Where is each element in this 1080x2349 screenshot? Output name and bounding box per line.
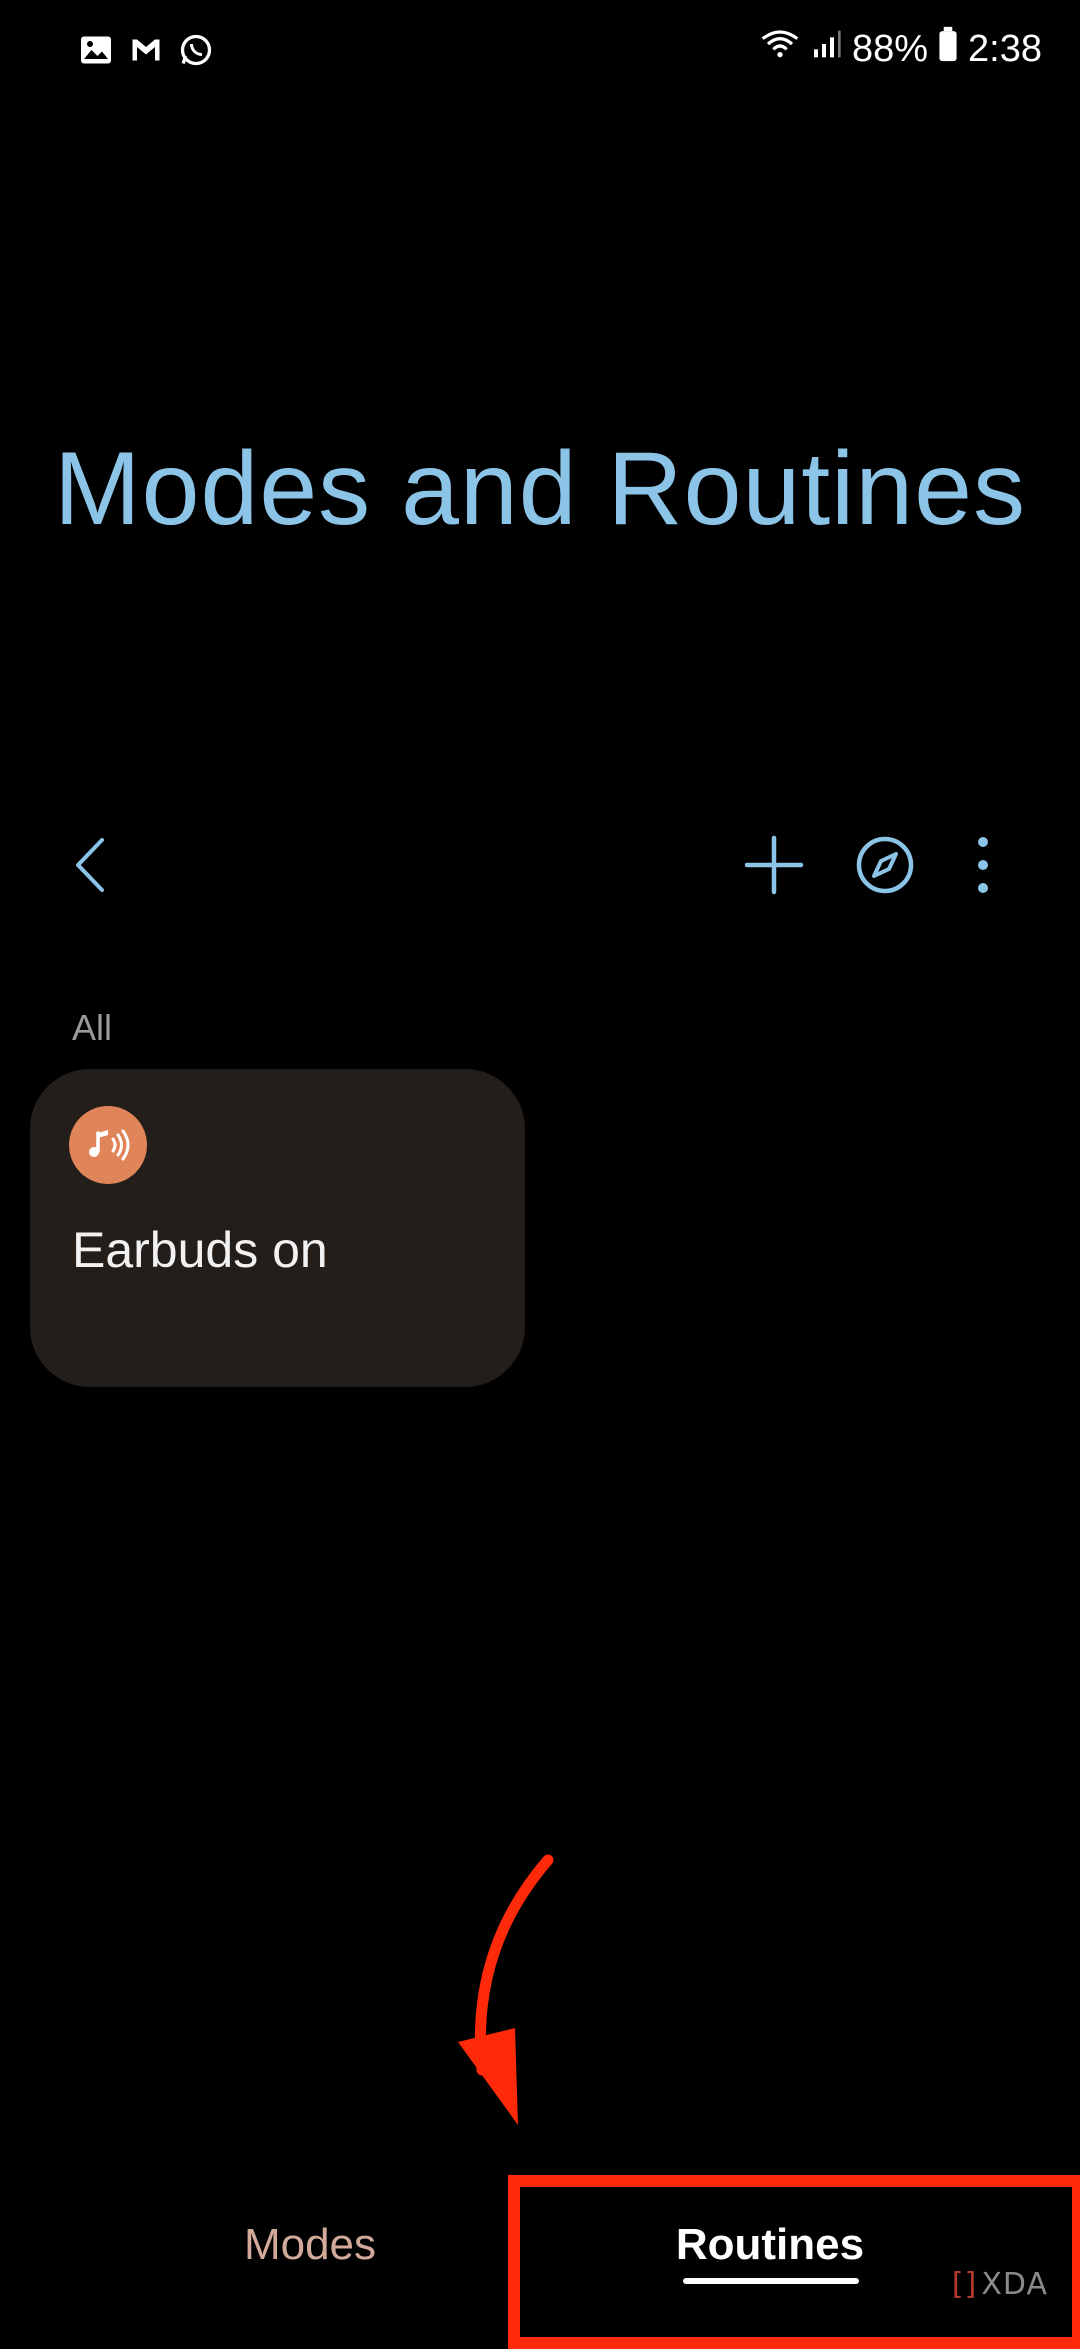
- routine-card-earbuds-on[interactable]: Earbuds on: [30, 1069, 525, 1387]
- watermark-text: XDA: [981, 2267, 1048, 2302]
- discover-button[interactable]: [850, 830, 920, 900]
- xda-watermark: [] XDA: [952, 2267, 1048, 2302]
- whatsapp-icon: [178, 32, 214, 73]
- status-bar: 88% 2:38: [0, 0, 1080, 104]
- more-icon: [978, 837, 988, 893]
- gallery-icon: [78, 32, 114, 73]
- routine-title: Earbuds on: [72, 1222, 328, 1278]
- clock: 2:38: [968, 27, 1042, 70]
- discover-icon: [856, 836, 914, 894]
- more-options-button[interactable]: [948, 830, 1018, 900]
- xda-logo-icon: []: [951, 2267, 978, 2302]
- annotation-arrow-icon: [458, 1854, 554, 2125]
- back-button[interactable]: [58, 830, 128, 900]
- add-icon: [744, 835, 804, 895]
- page-title: Modes and Routines: [54, 431, 1026, 547]
- battery-percent: 88%: [851, 27, 929, 70]
- annotation-highlight-box: [508, 2175, 1080, 2349]
- notification-icons: [78, 32, 214, 73]
- system-status: 88% 2:38: [760, 24, 1042, 74]
- back-icon: [76, 838, 104, 892]
- wifi-icon: [760, 24, 800, 74]
- tab-modes[interactable]: Modes: [160, 2220, 460, 2270]
- section-label-all: All: [72, 1007, 113, 1048]
- signal-icon: [810, 24, 842, 74]
- earbuds-audio-icon: [69, 1106, 147, 1184]
- battery-icon: [938, 24, 958, 74]
- add-routine-button[interactable]: [739, 830, 809, 900]
- gmail-icon: [128, 32, 164, 73]
